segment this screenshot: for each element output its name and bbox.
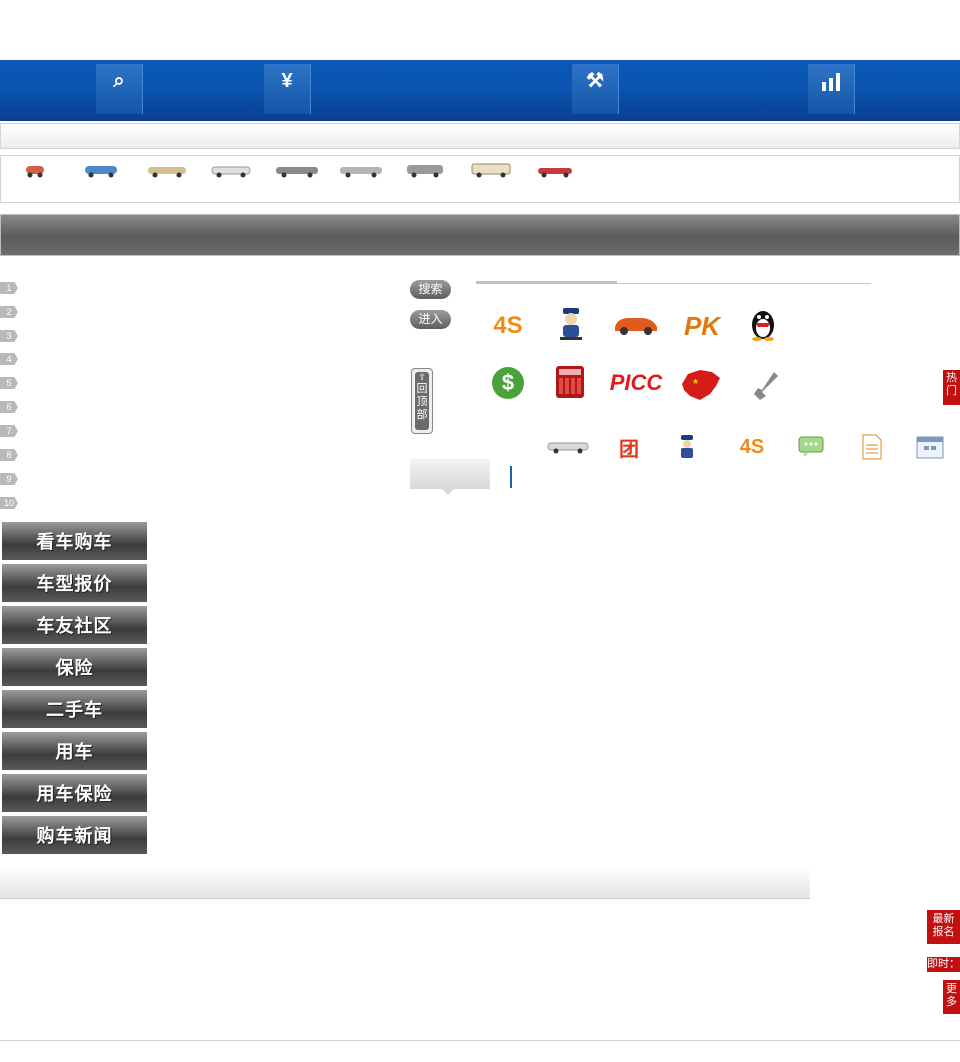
menu-label: 车友社区 [36, 616, 113, 636]
menu-label: 车型报价 [36, 574, 113, 594]
back-to-top-button[interactable]: ⇧ 回顶部 [411, 368, 433, 434]
pk-label: PK [683, 310, 721, 341]
menu-item-insurance[interactable]: 保险 [2, 648, 147, 688]
rank-badge: 6 [0, 401, 18, 413]
sedan-car-icon[interactable] [210, 162, 252, 180]
bar-chart-icon [822, 73, 840, 91]
menu-label: 保险 [55, 658, 94, 678]
menu-item-community[interactable]: 车友社区 [2, 606, 147, 646]
menu-label: 用车 [55, 742, 94, 762]
hatchback-car-icon[interactable] [83, 162, 119, 180]
wrench-graphic [754, 372, 778, 400]
document-icon[interactable] [861, 434, 883, 460]
sedan-car-icon[interactable] [274, 162, 320, 180]
document-graphic [862, 434, 882, 460]
dollar-coin-icon[interactable]: $ [492, 367, 524, 399]
enter-button[interactable]: 进入 [410, 310, 451, 329]
suv-car-icon[interactable] [405, 162, 445, 180]
rank-badge: 3 [0, 330, 18, 342]
sedan-car-icon[interactable] [338, 162, 384, 180]
china-map-icon[interactable]: ★ [678, 366, 722, 402]
4s-small-icon[interactable]: 4S [734, 434, 770, 460]
menu-item-model-price[interactable]: 车型报价 [2, 564, 147, 604]
tools-icon: ⚒ [586, 70, 604, 92]
sedan-car-icon[interactable] [146, 162, 188, 180]
menu-item-browse-buy[interactable]: 看车购车 [2, 522, 147, 562]
nav-tab-stats[interactable] [808, 64, 855, 114]
nav-tab-tools[interactable]: ⚒ [572, 64, 619, 114]
bottom-divider [0, 1040, 960, 1041]
chat-bubble-icon[interactable] [798, 436, 824, 458]
police-small-icon[interactable] [676, 434, 698, 460]
wrench-icon[interactable] [748, 368, 782, 402]
yuan-icon: ¥ [281, 70, 293, 92]
menu-item-used-car[interactable]: 二手车 [2, 690, 147, 730]
menu-item-car-news[interactable]: 购车新闻 [2, 816, 147, 856]
orange-car-graphic [615, 318, 657, 335]
more-tag[interactable]: 更多 [943, 980, 960, 1014]
back-to-top-label: 回顶部 [416, 383, 428, 421]
police-small-graphic [681, 435, 693, 458]
rank-badge: 9 [0, 473, 18, 485]
4s-store-icon[interactable]: 4S [486, 308, 530, 344]
rank-badge: 1 [0, 282, 18, 294]
menu-item-car-use[interactable]: 用车 [2, 732, 147, 772]
menu-label: 用车保险 [36, 784, 113, 804]
footer-bar [0, 868, 810, 899]
hot-label: 热门 [946, 372, 957, 397]
police-icon[interactable] [554, 306, 588, 342]
sports-car-icon[interactable] [536, 162, 574, 180]
group-buy-label: 团 [619, 438, 639, 461]
sedan-graphic [547, 442, 589, 454]
sub-nav-bar [0, 123, 960, 149]
menu-item-car-insurance[interactable]: 用车保险 [2, 774, 147, 814]
divider-active [476, 281, 617, 284]
calendar-icon[interactable] [916, 434, 944, 460]
4s-small-label: 4S [739, 435, 765, 458]
svg-text:★: ★ [692, 377, 699, 386]
van-car-icon[interactable] [470, 162, 512, 180]
calendar-graphic [916, 436, 944, 459]
china-map-graphic: ★ [682, 370, 720, 400]
group-buy-icon[interactable]: 团 [616, 434, 642, 461]
pk-icon[interactable]: PK [680, 310, 724, 342]
rank-badge: 10 [0, 497, 18, 509]
newest-signup-label: 最新 报名 [932, 913, 955, 938]
qq-penguin-icon[interactable] [746, 306, 780, 342]
text-cursor [510, 466, 512, 488]
police-figure [560, 308, 582, 340]
rank-badge: 2 [0, 306, 18, 318]
calculator-icon[interactable] [556, 366, 584, 398]
arrow-up-icon: ⇧ [418, 372, 426, 382]
instant-label: 即时： [927, 958, 960, 970]
rank-badge: 7 [0, 425, 18, 437]
tab-label[interactable] [410, 459, 490, 495]
chat-bubble-graphic [798, 436, 824, 457]
menu-label: 看车购车 [36, 532, 113, 552]
hot-tag[interactable]: 热门 [943, 370, 960, 405]
rank-badge: 4 [0, 353, 18, 365]
nav-tab-price[interactable]: ¥ [264, 64, 311, 114]
mini-car-icon[interactable] [24, 162, 48, 180]
search-button[interactable]: 搜索 [410, 280, 451, 299]
penguin-graphic [752, 311, 774, 341]
rank-badge: 8 [0, 449, 18, 461]
rank-badge: 5 [0, 377, 18, 389]
4s-label: 4S [493, 312, 523, 339]
section-banner [0, 214, 960, 256]
picc-label: PICC [609, 370, 663, 395]
menu-label: 购车新闻 [36, 826, 113, 846]
instant-tag[interactable]: 即时： [927, 957, 960, 972]
nav-tab-search[interactable]: ⌕ [96, 64, 143, 114]
search-icon: ⌕ [113, 70, 125, 92]
newest-signup-tag[interactable]: 最新 报名 [927, 910, 960, 944]
menu-label: 二手车 [46, 700, 103, 720]
orange-car-icon[interactable] [610, 310, 660, 338]
dollar-label: $ [501, 370, 515, 395]
picc-logo-icon[interactable]: PICC [609, 368, 663, 398]
more-label: 更多 [946, 983, 957, 1008]
sedan-icon[interactable] [546, 438, 590, 454]
